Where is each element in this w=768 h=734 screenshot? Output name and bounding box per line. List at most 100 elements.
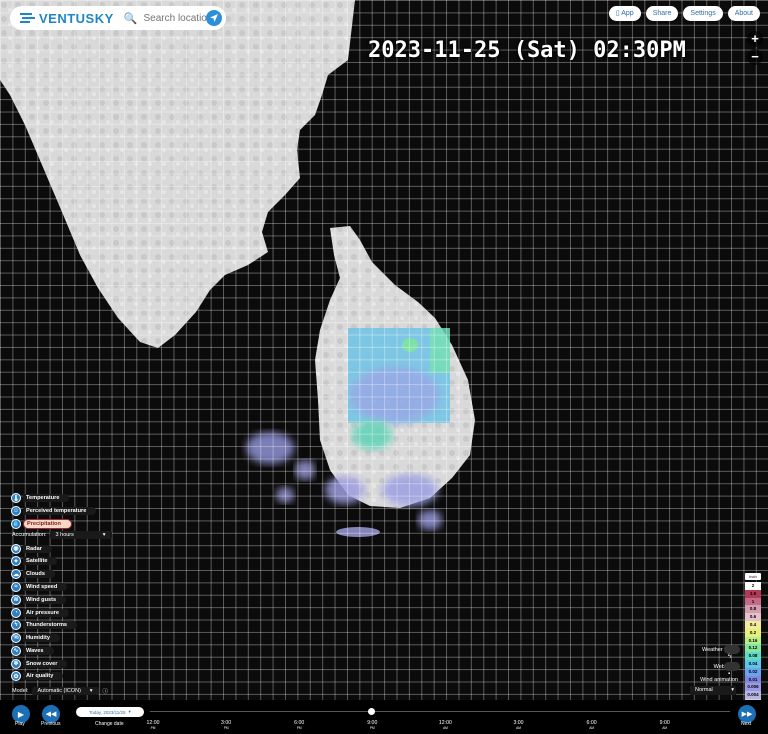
layer-label: Thunderstorms [23, 621, 78, 630]
map-canvas [0, 0, 768, 734]
wind-gust-icon: ≋ [11, 594, 21, 605]
layer-air-quality[interactable]: ✿ Air quality [11, 670, 96, 683]
top-nav: ▯ App Share Settings About [608, 6, 760, 21]
pressure-gauge-icon: ◔ [11, 607, 21, 618]
locate-me-button[interactable] [206, 10, 222, 26]
previous-label: Previous [41, 721, 61, 727]
layer-label: Air quality [23, 672, 64, 681]
timeline-track[interactable] [150, 711, 730, 712]
legend-cell: 0.16 [745, 636, 761, 645]
timeline-tick[interactable]: 3:00 AM [507, 720, 531, 731]
layer-label: Satellite [23, 557, 58, 566]
layer-label: Humidity [23, 634, 60, 643]
tick-ampm: AM [443, 726, 448, 730]
legend-cell: 0.08 [745, 652, 761, 660]
layer-humidity[interactable]: % Humidity [11, 632, 96, 645]
timeline-slider-handle[interactable] [368, 708, 375, 715]
legend-cell: 0.4 [745, 620, 761, 629]
accumulation-select[interactable]: 3 hours ▾ [49, 531, 112, 539]
accumulation-label: Accumulation: [12, 532, 47, 538]
layer-temperature[interactable]: 🌡 Temperature [11, 492, 96, 505]
model-select[interactable]: Automatic (ICON) ▾ [31, 687, 99, 695]
play-icon: ▶ [17, 709, 25, 719]
timeline-tick[interactable]: 12:00 PM [141, 720, 165, 731]
chevron-down-icon: ▾ [731, 687, 734, 693]
rewind-icon: ◀◀ [45, 711, 57, 718]
next-label: Next [741, 721, 752, 727]
layer-waves[interactable]: ∿ Waves [11, 645, 96, 658]
legend-cell: 0.01 [745, 675, 761, 684]
chevron-down-icon: ▾ [89, 688, 93, 694]
legend-unit: inch [745, 573, 761, 580]
layer-precipitation[interactable]: 💧 Precipitation [11, 518, 96, 531]
layer-thunderstorms[interactable]: ϟ Thunderstorms [11, 619, 96, 632]
air-quality-icon: ✿ [11, 671, 21, 682]
fronts-icon: ϟ [728, 654, 732, 660]
tick-ampm: PM [150, 726, 156, 730]
about-button[interactable]: About [727, 6, 760, 21]
app-button[interactable]: ▯ App [608, 6, 641, 21]
layer-wind-speed[interactable]: ≈ Wind speed [11, 581, 96, 594]
chevron-down-icon: ▾ [128, 709, 131, 714]
tick-ampm: PM [223, 726, 229, 730]
accumulation-control: Accumulation: 3 hours ▾ [12, 531, 112, 539]
layer-label: Clouds [23, 570, 55, 579]
layer-snow-cover[interactable]: ❄ Snow cover [11, 657, 96, 670]
timeline-tick[interactable]: 6:00 PM [287, 720, 311, 731]
legend-cell: 0.8 [745, 605, 761, 614]
lightning-icon: ϟ [11, 620, 21, 631]
settings-button[interactable]: Settings [683, 6, 723, 21]
timeline-tick[interactable]: 9:00 AM [653, 720, 677, 731]
logo-text: VENTUSKY [39, 10, 114, 26]
tick-ampm: AM [589, 726, 594, 730]
legend-cell: 0.02 [745, 667, 761, 676]
change-date-button[interactable]: Today, 2023/11/25 ▾ [76, 707, 144, 717]
legend-cell: 0.04 [745, 659, 761, 668]
navigation-arrow-icon [210, 14, 218, 22]
ventusky-logo[interactable]: VENTUSKY [20, 11, 114, 26]
timeline-tick[interactable]: 12:00 AM [433, 720, 457, 731]
info-icon[interactable]: ⓘ [103, 687, 109, 695]
layer-perceived-temperature[interactable]: ☺ Perceived temperature [11, 505, 97, 518]
legend-cell: 0.12 [745, 644, 761, 653]
layer-wind-gusts[interactable]: ≋ Wind gusts [11, 593, 96, 606]
forecast-datetime: 2023-11-25 (Sat) 02:30PM [368, 38, 686, 63]
search-bar: VENTUSKY 🔍 [10, 6, 226, 30]
legend-cell: 0.006 [745, 683, 761, 692]
layer-label: Air pressure [23, 608, 69, 617]
timeline-tick[interactable]: 9:00 PM [360, 720, 384, 731]
tick-ampm: AM [516, 726, 521, 730]
wind-animation-label: Wind animation [700, 677, 738, 683]
wind-animation-select[interactable]: Normal ▾ [690, 686, 736, 695]
zoom-out-button[interactable]: − [747, 49, 763, 65]
layer-label: Snow cover [23, 659, 68, 668]
timeline-tick[interactable]: 3:00 PM [214, 720, 238, 731]
webcams-toggle[interactable]: ▪ [724, 662, 740, 677]
layer-satellite[interactable]: ✦ Satellite [11, 555, 96, 568]
precipitation-legend: inch 2 1.5 1 0.8 0.6 0.4 0.2 0.16 0.12 0.08 0.04 0.… [745, 573, 761, 707]
snowflake-icon: ❄ [11, 658, 21, 669]
radar-icon: ◉ [11, 543, 21, 554]
tick-ampm: PM [296, 726, 302, 730]
timeline-tick[interactable]: 6:00 AM [580, 720, 604, 731]
layer-clouds[interactable]: ☁ Clouds [11, 568, 96, 581]
legend-cell: 0.004 [745, 691, 761, 699]
thermometer-icon: 🌡 [11, 493, 21, 504]
tick-ampm: AM [662, 726, 668, 730]
layer-air-pressure[interactable]: ◔ Air pressure [11, 606, 96, 619]
model-control: Model: Automatic (ICON) ▾ ⓘ [12, 687, 108, 695]
layer-radar[interactable]: ◉ Radar [11, 542, 96, 555]
layer-menu: 🌡 Temperature ☺ Perceived temperature 💧 Preci… [11, 492, 97, 683]
zoom-in-button[interactable]: + [747, 31, 763, 47]
search-icon: 🔍 [123, 12, 138, 25]
chevron-down-icon: ▾ [102, 532, 106, 538]
share-button[interactable]: Share [645, 6, 679, 21]
person-temperature-icon: ☺ [11, 506, 21, 517]
weather-map[interactable] [0, 0, 768, 734]
cloud-icon: ☁ [11, 569, 21, 580]
play-label: Play [15, 721, 25, 727]
weather-fronts-toggle[interactable]: ϟ [724, 645, 740, 660]
phone-icon: ▯ [615, 10, 620, 17]
change-date-label: Change date [95, 721, 124, 727]
layer-label: Radar [23, 544, 52, 553]
